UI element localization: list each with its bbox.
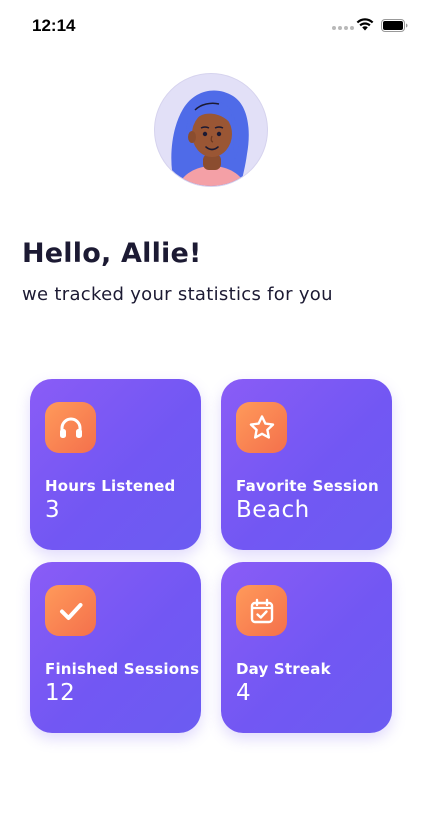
avatar-illustration <box>171 90 249 186</box>
wifi-icon <box>356 18 374 31</box>
stat-value: 4 <box>236 680 252 706</box>
avatar[interactable] <box>154 73 268 187</box>
stat-card-day-streak[interactable]: Day Streak 4 <box>221 562 392 733</box>
greeting-subtitle: we tracked your statistics for you <box>22 284 333 305</box>
stat-value: 12 <box>45 680 76 706</box>
greeting-title: Hello, Allie! <box>22 238 202 269</box>
stat-label: Finished Sessions <box>45 660 200 678</box>
star-icon <box>236 402 287 453</box>
status-time: 12:14 <box>32 16 76 35</box>
status-bar: 12:14 <box>0 0 423 50</box>
headphones-icon <box>45 402 96 453</box>
signal-icon <box>332 26 354 30</box>
stat-value: 3 <box>45 497 61 523</box>
calendar-check-icon <box>236 585 287 636</box>
battery-icon <box>381 19 408 32</box>
stat-value: Beach <box>236 497 310 523</box>
stats-screen: 12:14 Hello, Allie! we tracked your stat… <box>0 0 423 819</box>
stat-card-finished-sessions[interactable]: Finished Sessions 12 <box>30 562 201 733</box>
stat-card-hours-listened[interactable]: Hours Listened 3 <box>30 379 201 550</box>
check-icon <box>45 585 96 636</box>
stat-label: Hours Listened <box>45 477 176 495</box>
stat-card-favorite-session[interactable]: Favorite Session Beach <box>221 379 392 550</box>
stat-label: Favorite Session <box>236 477 379 495</box>
stat-label: Day Streak <box>236 660 331 678</box>
